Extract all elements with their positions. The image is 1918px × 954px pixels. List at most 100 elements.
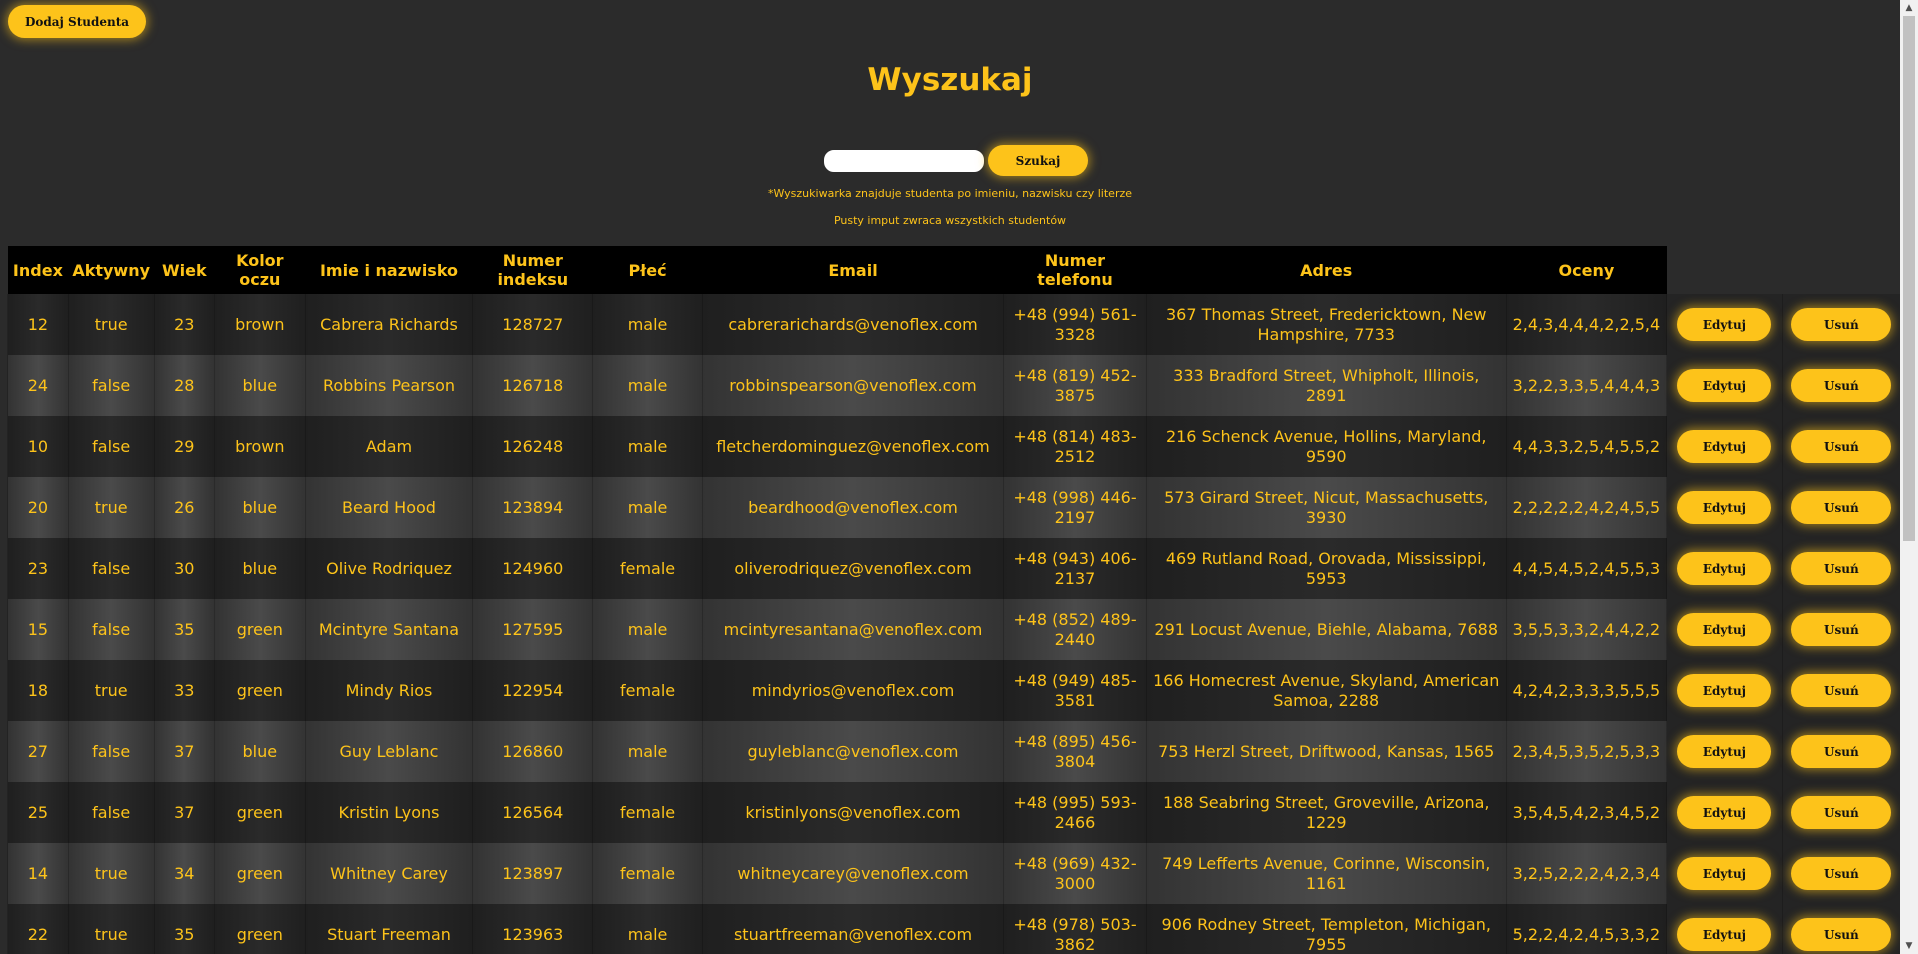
table-cell: 20 [7, 477, 69, 538]
student-page: Dodaj Studenta Wyszukaj Szukaj *Wyszukiw… [0, 0, 1900, 954]
edit-button[interactable]: Edytuj [1677, 430, 1772, 463]
table-row: 27 false 37 blue Guy Leblanc 126860 male guyleb… [7, 721, 1900, 782]
page-scrollbar[interactable]: ▲ ▼ [1900, 0, 1918, 954]
delete-button[interactable]: Usuń [1791, 308, 1892, 341]
table-cell: female [592, 843, 703, 904]
column-header: Oceny [1506, 246, 1667, 294]
edit-button[interactable]: Edytuj [1677, 857, 1772, 890]
table-cell: false [67, 721, 155, 782]
table-cell: 906 Rodney Street, Templeton, Michigan, … [1145, 904, 1507, 954]
edit-button[interactable]: Edytuj [1677, 613, 1772, 646]
table-cell: 30 [153, 538, 215, 599]
table-cell: 33 [153, 660, 215, 721]
table-cell: stuartfreeman@venoflex.com [701, 904, 1004, 954]
table-cell: Kristin Lyons [304, 782, 473, 843]
edit-button[interactable]: Edytuj [1677, 552, 1772, 585]
edit-button[interactable]: Edytuj [1677, 674, 1772, 707]
table-row: 10 false 29 brown Adam 126248 male fletcherdomi… [7, 416, 1900, 477]
table-cell: male [592, 294, 703, 355]
table-cell: 188 Seabring Street, Groveville, Arizona… [1145, 782, 1507, 843]
table-cell: 126248 [472, 416, 593, 477]
table-cell: whitneycarey@venoflex.com [701, 843, 1004, 904]
search-empty-hint: Pusty imput zwraca wszystkich studentów [833, 214, 1067, 227]
edit-button[interactable]: Edytuj [1677, 735, 1772, 768]
delete-button[interactable]: Usuń [1791, 613, 1892, 646]
table-cell: Mindy Rios [304, 660, 473, 721]
table-cell: 127595 [472, 599, 593, 660]
table-cell: 24 [7, 355, 69, 416]
column-header: Index [7, 246, 69, 294]
table-cell: true [67, 294, 155, 355]
table-cell: 753 Herzl Street, Driftwood, Kansas, 156… [1145, 721, 1507, 782]
search-button[interactable]: Szukaj [988, 145, 1088, 176]
table-cell: 166 Homecrest Avenue, Skyland, American … [1145, 660, 1507, 721]
edit-button[interactable]: Edytuj [1677, 491, 1772, 524]
table-cell: female [592, 660, 703, 721]
delete-cell: Usuń [1781, 721, 1900, 782]
edit-cell: Edytuj [1666, 782, 1783, 843]
edit-cell: Edytuj [1666, 843, 1783, 904]
table-cell: Stuart Freeman [304, 904, 473, 954]
table-cell: kristinlyons@venoflex.com [701, 782, 1004, 843]
table-cell: true [67, 660, 155, 721]
table-cell: cabrerarichards@venoflex.com [701, 294, 1004, 355]
table-cell: blue [214, 721, 306, 782]
edit-cell: Edytuj [1666, 721, 1783, 782]
table-row: 14 true 34 green Whitney Carey 123897 female wh… [7, 843, 1900, 904]
table-cell: fletcherdominguez@venoflex.com [701, 416, 1004, 477]
delete-button[interactable]: Usuń [1791, 491, 1892, 524]
table-cell: Olive Rodriquez [304, 538, 473, 599]
delete-button[interactable]: Usuń [1791, 674, 1892, 707]
table-cell: true [67, 477, 155, 538]
scroll-down-icon[interactable]: ▼ [1900, 938, 1918, 954]
table-cell: 29 [153, 416, 215, 477]
edit-button[interactable]: Edytuj [1677, 308, 1772, 341]
scroll-up-icon[interactable]: ▲ [1900, 0, 1918, 16]
table-cell: green [214, 599, 306, 660]
table-cell: male [592, 721, 703, 782]
delete-button[interactable]: Usuń [1791, 735, 1892, 768]
table-cell: 124960 [472, 538, 593, 599]
table-cell: blue [214, 538, 306, 599]
table-cell: 123963 [472, 904, 593, 954]
table-header-row: Index Aktywny Wiek Kolor oczu Imie i nazwisk… [7, 246, 1900, 294]
table-cell: true [67, 904, 155, 954]
edit-button[interactable]: Edytuj [1677, 918, 1772, 951]
delete-cell: Usuń [1781, 599, 1900, 660]
edit-button[interactable]: Edytuj [1677, 796, 1772, 829]
delete-cell: Usuń [1781, 660, 1900, 721]
table-cell: 126860 [472, 721, 593, 782]
add-student-button[interactable]: Dodaj Studenta [8, 5, 146, 38]
table-cell: 469 Rutland Road, Orovada, Mississippi, … [1145, 538, 1507, 599]
table-cell: +48 (978) 503-3862 [1003, 904, 1147, 954]
scrollbar-thumb[interactable] [1903, 16, 1915, 541]
table-cell: 28 [153, 355, 215, 416]
students-table-wrap: Index Aktywny Wiek Kolor oczu Imie i nazwisk… [7, 246, 1900, 954]
table-cell: 15 [7, 599, 69, 660]
table-cell: +48 (819) 452-3875 [1003, 355, 1147, 416]
search-input[interactable] [824, 149, 984, 172]
delete-button[interactable]: Usuń [1791, 918, 1892, 951]
delete-button[interactable]: Usuń [1791, 552, 1892, 585]
table-cell: 27 [7, 721, 69, 782]
table-cell: oliverodriquez@venoflex.com [701, 538, 1004, 599]
column-header: Kolor oczu [214, 246, 306, 294]
edit-cell: Edytuj [1666, 904, 1783, 954]
table-cell: 128727 [472, 294, 593, 355]
delete-cell: Usuń [1781, 904, 1900, 954]
column-header: Imie i nazwisko [305, 246, 473, 294]
table-row: 15 false 35 green Mcintyre Santana 127595 male… [7, 599, 1900, 660]
table-cell: 2,2,2,2,2,4,2,4,5,5 [1505, 477, 1667, 538]
delete-button[interactable]: Usuń [1791, 857, 1892, 890]
table-cell: 23 [7, 538, 69, 599]
delete-button[interactable]: Usuń [1791, 369, 1892, 402]
edit-button[interactable]: Edytuj [1677, 369, 1772, 402]
table-cell: 2,4,3,4,4,4,2,2,5,4 [1505, 294, 1667, 355]
table-cell: brown [214, 416, 306, 477]
delete-button[interactable]: Usuń [1791, 796, 1892, 829]
table-cell: 26 [153, 477, 215, 538]
table-cell: 3,5,5,3,3,2,4,4,2,2 [1505, 599, 1667, 660]
delete-button[interactable]: Usuń [1791, 430, 1892, 463]
search-bar: Szukaj [824, 145, 1088, 176]
table-cell: 18 [7, 660, 69, 721]
